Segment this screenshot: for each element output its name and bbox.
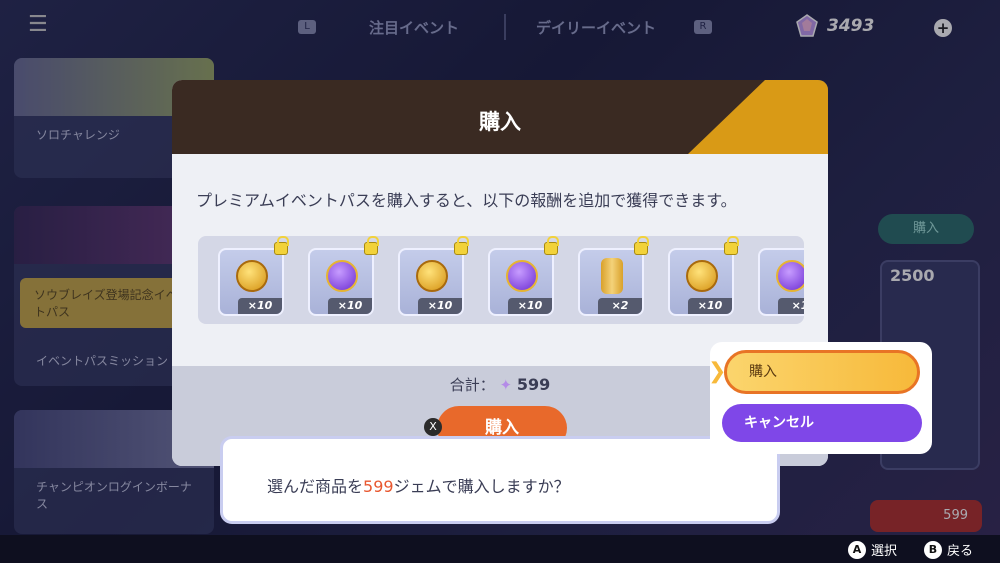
cancel-button[interactable]: キャンセル (722, 404, 922, 442)
a-button-icon: A (848, 540, 866, 559)
reward-item[interactable]: ×2 (578, 236, 649, 316)
gold-coin-icon (236, 260, 268, 292)
selection-cursor-icon: ❯ (708, 359, 727, 384)
x-button-hint: X (424, 418, 442, 436)
lock-icon (364, 236, 379, 255)
reward-item[interactable]: ×10 (308, 236, 379, 316)
confirm-buy-button[interactable]: 購入 (724, 350, 920, 394)
gold-coin-icon (416, 260, 448, 292)
reward-item[interactable]: ×10 (488, 236, 559, 316)
reward-qty: ×10 (418, 298, 462, 314)
reward-item[interactable]: ×1 (758, 248, 804, 316)
lock-icon (634, 236, 649, 255)
choice-menu: 購入 ❯ キャンセル (708, 342, 932, 454)
reward-item[interactable]: ×10 (398, 236, 469, 316)
confirm-dialog: 選んだ商品を599ジェムで購入しますか？ (220, 436, 780, 524)
reward-qty: ×10 (508, 298, 552, 314)
select-label: 選択 (871, 544, 898, 559)
lock-icon (274, 236, 289, 255)
confirm-text-before: 選んだ商品を (267, 477, 364, 496)
purple-ticket-icon (326, 260, 358, 292)
reward-qty: ×10 (328, 298, 372, 314)
back-label: 戻る (947, 544, 974, 559)
purple-ticket-icon (506, 260, 538, 292)
confirm-price: 599 (363, 477, 394, 496)
lock-icon (724, 236, 739, 255)
reward-qty: ×10 (238, 298, 282, 314)
back-hint[interactable]: B 戻る (924, 540, 973, 559)
lock-icon (454, 236, 469, 255)
select-hint[interactable]: A 選択 (848, 540, 897, 559)
modal-title: 購入 (479, 110, 521, 134)
confirm-text-after: ジェムで購入しますか？ (393, 477, 570, 496)
total-value: 599 (516, 375, 551, 394)
modal-header: 購入 (172, 80, 828, 154)
confirm-message: 選んだ商品を599ジェムで購入しますか？ (267, 473, 570, 497)
reward-qty: ×2 (598, 298, 642, 314)
total-label: 合計： (449, 376, 495, 394)
reward-list: ×10 ×10 ×10 ×10 ×2 ×10 × (198, 236, 804, 324)
reward-item[interactable]: ×10 (668, 236, 739, 316)
can-item-icon (601, 258, 623, 294)
reward-item[interactable]: ×10 (218, 236, 289, 316)
bottom-bar: A 選択 B 戻る (0, 535, 1000, 563)
modal-description: プレミアムイベントパスを購入すると、以下の報酬を追加で獲得できます。 (196, 191, 737, 210)
reward-qty: ×10 (688, 298, 732, 314)
b-button-icon: B (924, 540, 942, 559)
gold-coin-icon (686, 260, 718, 292)
gem-icon: ✦ (499, 376, 513, 394)
purple-ticket-icon (776, 260, 804, 292)
lock-icon (544, 236, 559, 255)
reward-qty: ×1 (778, 298, 804, 314)
